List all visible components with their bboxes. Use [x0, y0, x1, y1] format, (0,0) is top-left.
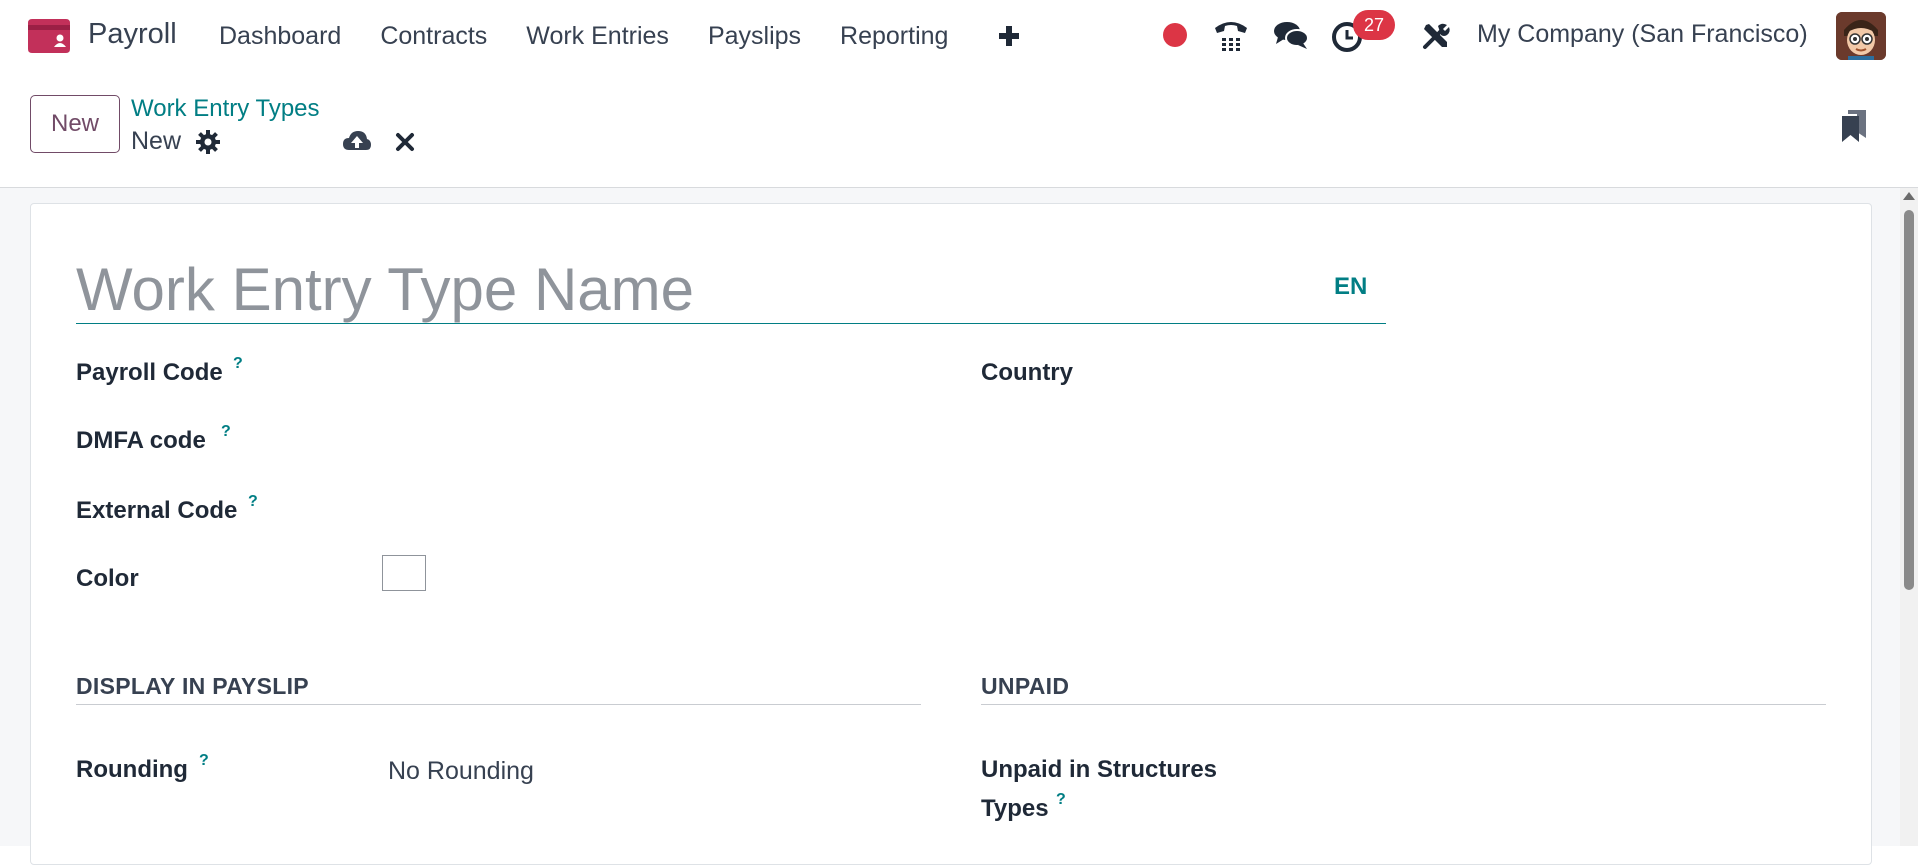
color-picker[interactable] [382, 555, 426, 591]
record-indicator-icon[interactable] [1163, 23, 1187, 47]
rounding-select[interactable]: No Rounding [388, 757, 534, 786]
phone-icon[interactable] [1212, 16, 1250, 54]
unpaid-structures-label-line2: Types [981, 795, 1049, 822]
dmfa-code-label: DMFA code [76, 427, 206, 454]
rounding-label: Rounding [76, 756, 188, 783]
menu-work-entries[interactable]: Work Entries [526, 22, 669, 51]
payroll-code-label: Payroll Code [76, 359, 223, 386]
unpaid-structures-help[interactable]: ? [1056, 791, 1066, 809]
activity-count-badge: 27 [1353, 10, 1395, 40]
tools-icon[interactable] [1420, 20, 1452, 52]
discard-close-icon[interactable] [394, 131, 416, 153]
menu-contracts[interactable]: Contracts [380, 22, 487, 51]
section-separator [76, 704, 921, 705]
work-entry-type-name-input[interactable] [76, 255, 1386, 324]
user-avatar[interactable] [1836, 12, 1886, 60]
language-button[interactable]: EN [1334, 273, 1367, 301]
scroll-up-arrow-icon[interactable] [1903, 192, 1915, 200]
dmfa-code-help[interactable]: ? [221, 423, 231, 441]
section-display-in-payslip: DISPLAY IN PAYSLIP [76, 673, 309, 699]
top-navbar: Payroll Dashboard Contracts Work Entries… [0, 0, 1918, 73]
breadcrumb-current: New [131, 127, 182, 155]
breadcrumb-work-entry-types[interactable]: Work Entry Types [131, 95, 320, 123]
color-label: Color [76, 565, 139, 592]
new-button[interactable]: New [30, 95, 120, 153]
avatar-face-icon [1836, 12, 1886, 60]
messages-icon[interactable] [1272, 18, 1310, 54]
country-label: Country [981, 359, 1073, 386]
section-unpaid: UNPAID [981, 673, 1070, 699]
plus-icon[interactable] [996, 18, 1022, 54]
payroll-code-help[interactable]: ? [233, 355, 243, 373]
app-name[interactable]: Payroll [88, 18, 177, 51]
gear-icon[interactable] [196, 130, 220, 154]
payroll-app-icon[interactable] [24, 17, 74, 55]
menu-dashboard[interactable]: Dashboard [219, 22, 341, 51]
menu-payslips[interactable]: Payslips [708, 22, 801, 51]
bookmark-icon[interactable] [1840, 108, 1868, 144]
menu-reporting[interactable]: Reporting [840, 22, 948, 51]
external-code-label: External Code [76, 497, 238, 524]
save-cloud-icon[interactable] [342, 128, 372, 154]
rounding-help[interactable]: ? [199, 752, 209, 770]
company-switcher[interactable]: My Company (San Francisco) [1477, 20, 1808, 49]
scrollbar-thumb[interactable] [1904, 210, 1914, 590]
external-code-help[interactable]: ? [248, 493, 258, 511]
unpaid-structures-label: Unpaid in Structures [981, 756, 1218, 783]
section-separator [981, 704, 1826, 705]
main-menu: Dashboard Contracts Work Entries Payslip… [219, 0, 987, 73]
